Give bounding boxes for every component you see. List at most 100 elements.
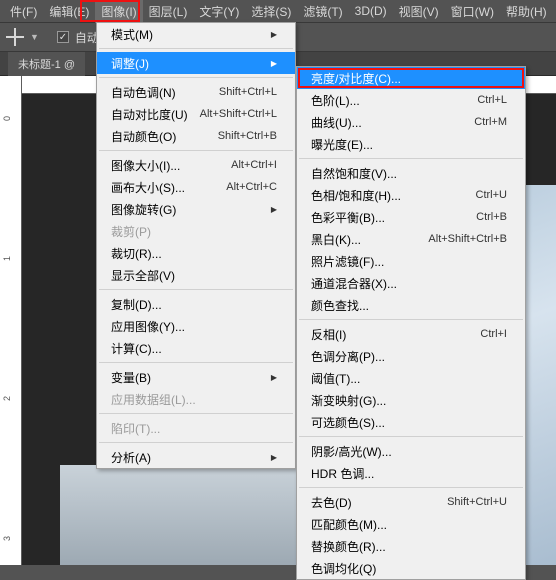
menu-item[interactable]: 替换颜色(R)... xyxy=(297,535,525,557)
menu-item[interactable]: HDR 色调... xyxy=(297,462,525,484)
menu-item[interactable]: 通道混合器(X)... xyxy=(297,272,525,294)
menu-item[interactable]: 色阶(L)...Ctrl+L xyxy=(297,89,525,111)
menu-item[interactable]: 色彩平衡(B)...Ctrl+B xyxy=(297,206,525,228)
menu-item-shortcut: Shift+Ctrl+B xyxy=(218,130,277,142)
menu-item-label: 颜色查找... xyxy=(311,297,507,314)
menu-item-label: 图像旋转(G) xyxy=(111,201,265,218)
menu-item[interactable]: 模式(M) xyxy=(97,23,295,45)
menu-item[interactable]: 匹配颜色(M)... xyxy=(297,513,525,535)
menu-item-label: 通道混合器(X)... xyxy=(311,275,507,292)
menu-10[interactable]: 帮助(H) xyxy=(500,0,553,23)
menu-item: 陷印(T)... xyxy=(97,417,295,439)
menu-item[interactable]: 裁切(R)... xyxy=(97,242,295,264)
menu-separator xyxy=(299,436,523,437)
menu-4[interactable]: 文字(Y) xyxy=(193,0,245,23)
menu-item-label: 裁切(R)... xyxy=(111,245,277,262)
ruler-tick: 3 xyxy=(2,536,12,541)
menu-item-label: 陷印(T)... xyxy=(111,420,277,437)
menu-item[interactable]: 变量(B) xyxy=(97,366,295,388)
move-tool-icon[interactable] xyxy=(6,28,24,46)
menu-item-shortcut: Alt+Shift+Ctrl+L xyxy=(200,108,277,120)
adjustments-submenu: 亮度/对比度(C)...色阶(L)...Ctrl+L曲线(U)...Ctrl+M… xyxy=(296,66,526,580)
menu-item: 裁剪(P) xyxy=(97,220,295,242)
menu-separator xyxy=(299,319,523,320)
menu-separator xyxy=(99,289,293,290)
menu-item-shortcut: Ctrl+U xyxy=(476,189,507,201)
ruler-tick: 1 xyxy=(2,256,12,261)
menu-item[interactable]: 渐变映射(G)... xyxy=(297,389,525,411)
menu-item: 应用数据组(L)... xyxy=(97,388,295,410)
menu-item[interactable]: 自然饱和度(V)... xyxy=(297,162,525,184)
menu-item-label: 替换颜色(R)... xyxy=(311,538,507,555)
menu-item-label: 曲线(U)... xyxy=(311,114,474,131)
menu-item[interactable]: 图像大小(I)...Alt+Ctrl+I xyxy=(97,154,295,176)
auto-select-checkbox[interactable]: ✓ xyxy=(57,31,69,43)
menu-3[interactable]: 图层(L) xyxy=(143,0,194,23)
menu-item[interactable]: 去色(D)Shift+Ctrl+U xyxy=(297,491,525,513)
document-tab[interactable]: 未标题-1 @ xyxy=(8,52,85,76)
menu-item[interactable]: 反相(I)Ctrl+I xyxy=(297,323,525,345)
menu-item[interactable]: 应用图像(Y)... xyxy=(97,315,295,337)
menu-item[interactable]: 计算(C)... xyxy=(97,337,295,359)
menu-item-label: 曝光度(E)... xyxy=(311,136,507,153)
chevron-down-icon[interactable]: ▼ xyxy=(30,32,39,42)
menu-item-label: 自动对比度(U) xyxy=(111,106,200,123)
menu-item-shortcut: Shift+Ctrl+U xyxy=(447,496,507,508)
menu-item-label: 色调分离(P)... xyxy=(311,348,507,365)
menu-6[interactable]: 滤镜(T) xyxy=(297,0,348,23)
menu-item-label: 模式(M) xyxy=(111,26,265,43)
menu-separator xyxy=(99,77,293,78)
menu-item[interactable]: 分析(A) xyxy=(97,446,295,468)
menu-item-label: 分析(A) xyxy=(111,449,265,466)
menu-separator xyxy=(99,442,293,443)
menu-item[interactable]: 显示全部(V) xyxy=(97,264,295,286)
menu-8[interactable]: 视图(V) xyxy=(393,0,445,23)
menu-item-label: 调整(J) xyxy=(111,55,265,72)
menu-item-shortcut: Alt+Ctrl+C xyxy=(226,181,277,193)
menu-separator xyxy=(99,413,293,414)
menu-item[interactable]: 自动对比度(U)Alt+Shift+Ctrl+L xyxy=(97,103,295,125)
ruler-tick: 0 xyxy=(2,116,12,121)
menu-item[interactable]: 颜色查找... xyxy=(297,294,525,316)
menu-0[interactable]: 件(F) xyxy=(4,0,43,23)
menu-item-shortcut: Ctrl+L xyxy=(477,94,507,106)
menu-item[interactable]: 曝光度(E)... xyxy=(297,133,525,155)
menu-9[interactable]: 窗口(W) xyxy=(445,0,500,23)
menu-item[interactable]: 阴影/高光(W)... xyxy=(297,440,525,462)
menu-2[interactable]: 图像(I) xyxy=(95,0,142,23)
menu-item[interactable]: 自动色调(N)Shift+Ctrl+L xyxy=(97,81,295,103)
menu-item-shortcut: Shift+Ctrl+L xyxy=(219,86,277,98)
menu-item[interactable]: 曲线(U)...Ctrl+M xyxy=(297,111,525,133)
menu-item-label: 色相/饱和度(H)... xyxy=(311,187,476,204)
menu-item[interactable]: 自动颜色(O)Shift+Ctrl+B xyxy=(97,125,295,147)
menu-item[interactable]: 亮度/对比度(C)... xyxy=(297,67,525,89)
menu-item-label: 画布大小(S)... xyxy=(111,179,226,196)
menu-item[interactable]: 照片滤镜(F)... xyxy=(297,250,525,272)
menu-item[interactable]: 可选颜色(S)... xyxy=(297,411,525,433)
menu-5[interactable]: 选择(S) xyxy=(245,0,297,23)
document-tab-title: 未标题-1 @ xyxy=(18,59,75,71)
menu-1[interactable]: 编辑(E) xyxy=(43,0,95,23)
menu-item[interactable]: 复制(D)... xyxy=(97,293,295,315)
menu-item[interactable]: 色调分离(P)... xyxy=(297,345,525,367)
menu-item[interactable]: 画布大小(S)...Alt+Ctrl+C xyxy=(97,176,295,198)
menu-item-label: 反相(I) xyxy=(311,326,480,343)
menu-item-label: 渐变映射(G)... xyxy=(311,392,507,409)
menu-item[interactable]: 调整(J) xyxy=(97,52,295,74)
menu-item-label: 自动颜色(O) xyxy=(111,128,218,145)
ruler-vertical: 0123 xyxy=(0,76,22,565)
menu-item[interactable]: 黑白(K)...Alt+Shift+Ctrl+B xyxy=(297,228,525,250)
menu-item-label: 自动色调(N) xyxy=(111,84,219,101)
menu-item-label: 应用数据组(L)... xyxy=(111,391,277,408)
menu-item-label: 可选颜色(S)... xyxy=(311,414,507,431)
menu-7[interactable]: 3D(D) xyxy=(349,1,393,21)
menu-item[interactable]: 阈值(T)... xyxy=(297,367,525,389)
menu-item-label: 计算(C)... xyxy=(111,340,277,357)
menu-item[interactable]: 图像旋转(G) xyxy=(97,198,295,220)
menu-item-label: 色调均化(Q) xyxy=(311,560,507,577)
menu-separator xyxy=(99,362,293,363)
menu-item-label: 阴影/高光(W)... xyxy=(311,443,507,460)
menu-item[interactable]: 色相/饱和度(H)...Ctrl+U xyxy=(297,184,525,206)
menu-item-shortcut: Ctrl+I xyxy=(480,328,507,340)
menu-item[interactable]: 色调均化(Q) xyxy=(297,557,525,579)
